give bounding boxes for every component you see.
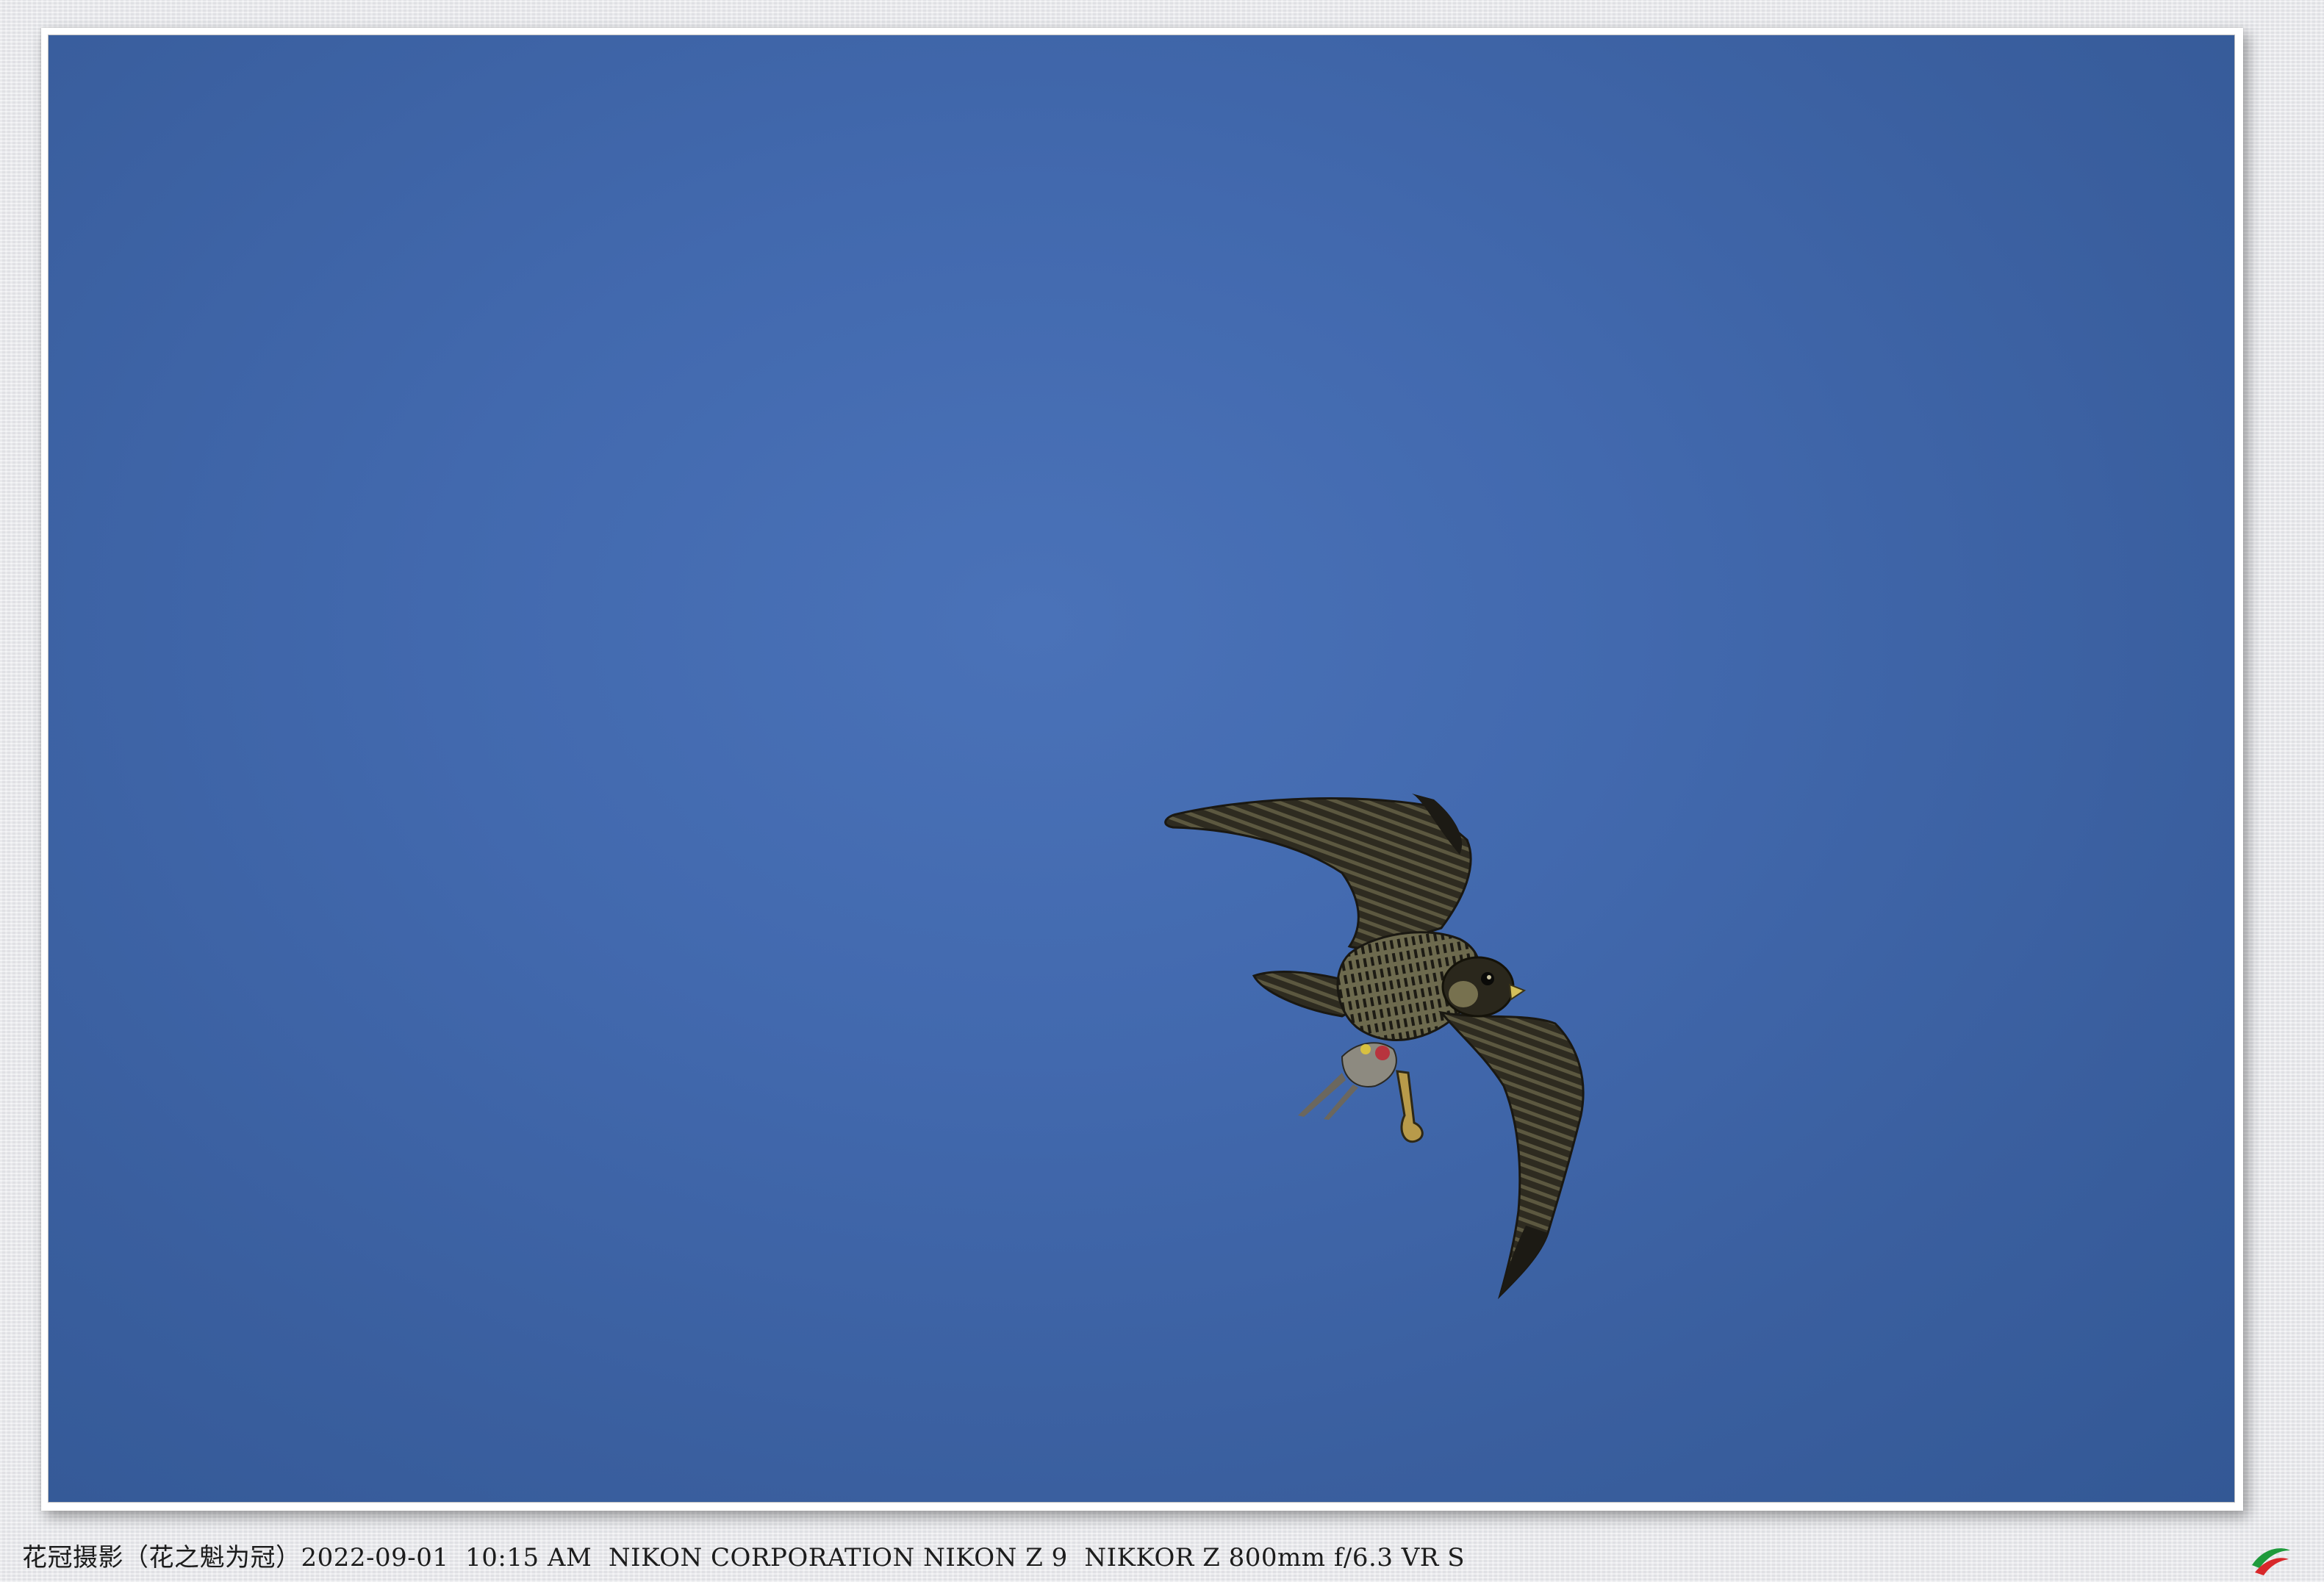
bird-net-logo-icon xyxy=(2252,1548,2290,1575)
photo-caption: 花冠摄影（花之魁为冠）2022-09-01 10:15 AM NIKON COR… xyxy=(22,1543,1466,1572)
photo-frame xyxy=(41,28,2243,1511)
falcon-talons xyxy=(1396,1070,1424,1143)
sky-photo xyxy=(48,35,2235,1503)
lower-wing xyxy=(1438,1010,1585,1300)
upper-wing xyxy=(1164,797,1472,949)
falcon-illustration xyxy=(1164,794,1585,1300)
falcon xyxy=(1164,794,1585,1300)
falcon-beak xyxy=(1508,983,1527,1001)
